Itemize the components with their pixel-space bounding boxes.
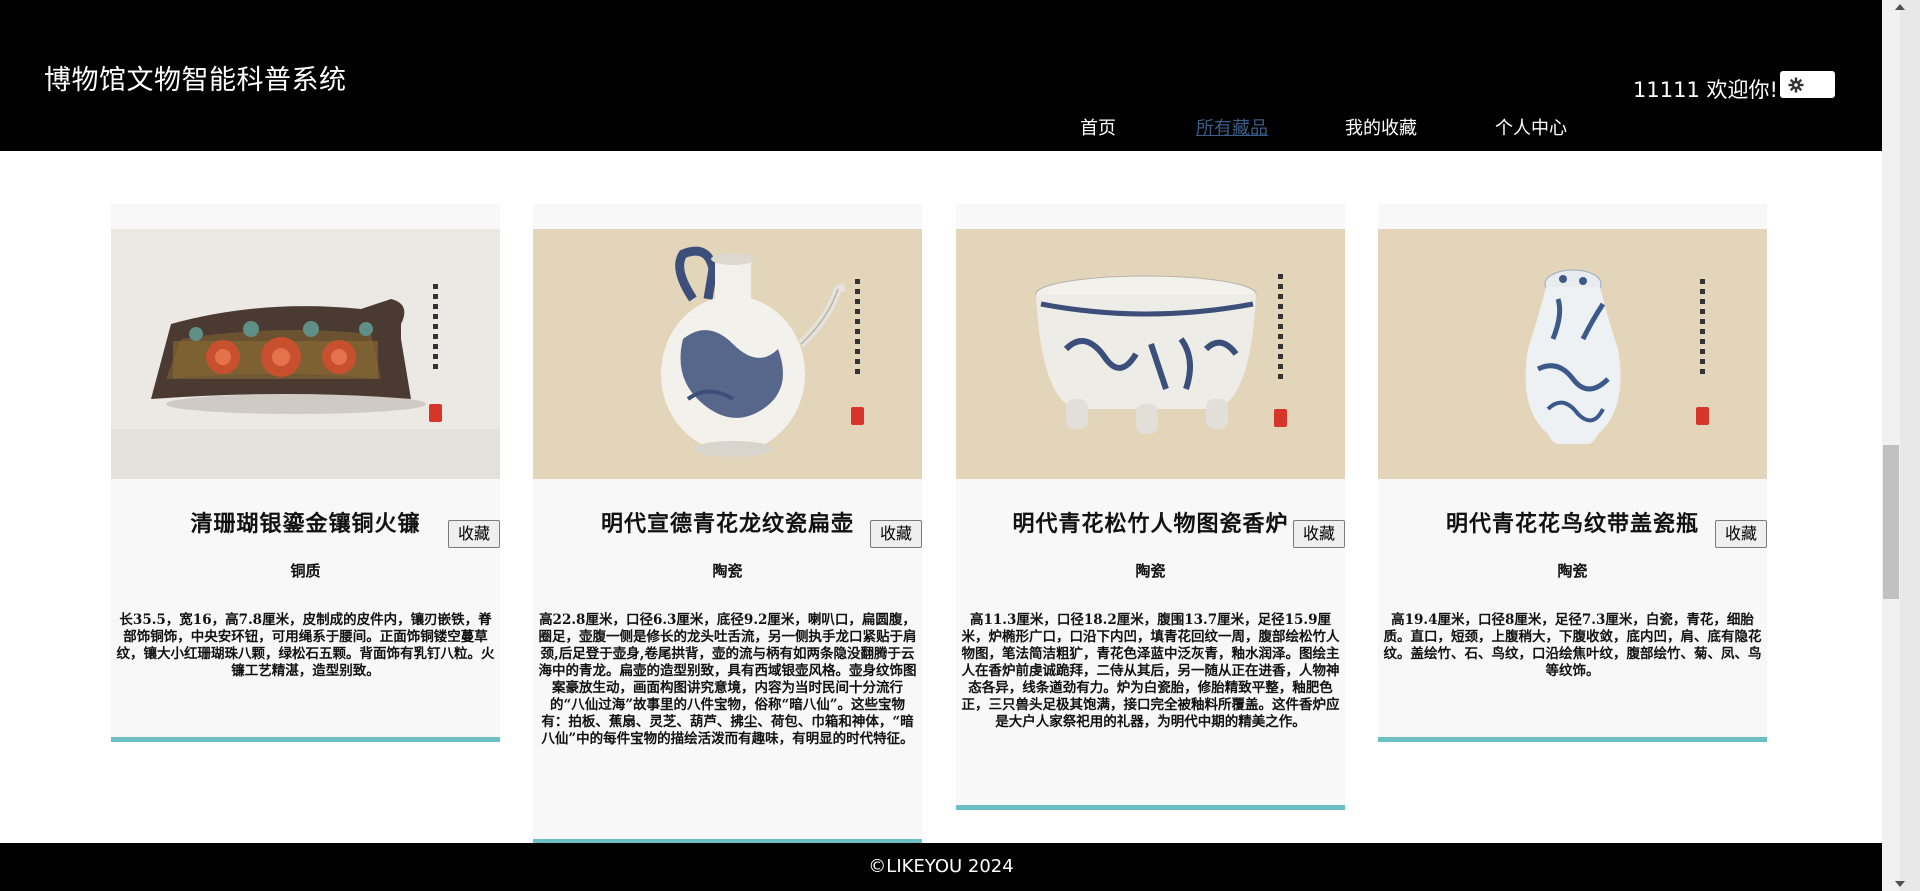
artifact-image[interactable] xyxy=(111,229,500,479)
card-category: 陶瓷 xyxy=(1135,562,1166,580)
scrollbar-track xyxy=(1900,0,1920,891)
card-title: 明代青花花鸟纹带盖瓷瓶 xyxy=(1445,511,1699,537)
card-title: 明代宣德青花龙纹瓷扁壶 xyxy=(600,511,854,537)
card-description: 高22.8厘米，口径6.3厘米，底径9.2厘米，喇叭口，扁圆腹，圈足，壶腹一侧是… xyxy=(538,612,917,747)
nav-profile[interactable]: 个人中心 xyxy=(1495,114,1567,140)
card-description: 长35.5，宽16，高7.8厘米，皮制成的皮件内，镶刃嵌铁，脊部饰铜饰，中央安环… xyxy=(116,612,495,679)
main-nav: 首页 所有藏品 我的收藏 个人中心 xyxy=(0,114,1882,140)
card-description: 高19.4厘米，口径8厘米，足径7.3厘米，白瓷，青花，细胎质。直口，短颈，上腹… xyxy=(1383,612,1762,679)
footer: ©LIKEYOU 2024 xyxy=(0,843,1882,891)
vertical-scrollbar[interactable] xyxy=(1882,0,1920,891)
collection-card: 收藏 明代宣德青花龙纹瓷扁壶 陶瓷 高22.8厘米，口径6.3厘米，底径9.2厘… xyxy=(533,204,922,844)
app-root: 博物馆文物智能科普系统 11111 欢迎你! 首页 所有藏品 我的收藏 个人中心… xyxy=(0,0,1920,891)
card-category: 铜质 xyxy=(290,562,321,580)
nav-my-favorites[interactable]: 我的收藏 xyxy=(1345,114,1417,140)
copyright-text: ©LIKEYOU 2024 xyxy=(868,856,1014,877)
card-description: 高11.3厘米，口径18.2厘米，腹围13.7厘米，足径15.9厘米，炉椭形广口… xyxy=(961,612,1340,730)
collection-card: 收藏 明代青花松竹人物图瓷香炉 陶瓷 高11.3厘米，口径18.2厘米，腹围13… xyxy=(956,204,1345,810)
gear-icon xyxy=(1788,77,1804,93)
scroll-down-arrow-icon[interactable] xyxy=(1895,881,1905,887)
settings-button[interactable] xyxy=(1780,71,1835,98)
card-title: 明代青花松竹人物图瓷香炉 xyxy=(1012,511,1289,537)
card-category: 陶瓷 xyxy=(712,562,743,580)
nav-all-collections[interactable]: 所有藏品 xyxy=(1196,114,1268,140)
collection-card: 收藏 清珊瑚银鎏金镶铜火镰 铜质 长35.5，宽16，高7.8厘米，皮制成的皮件… xyxy=(111,204,500,742)
site-title: 博物馆文物智能科普系统 xyxy=(44,65,347,96)
welcome-text: 11111 欢迎你! xyxy=(1633,78,1778,102)
card-category: 陶瓷 xyxy=(1557,562,1588,580)
card-title: 清珊瑚银鎏金镶铜火镰 xyxy=(190,511,421,537)
artifact-image[interactable] xyxy=(956,229,1345,479)
header: 博物馆文物智能科普系统 11111 欢迎你! 首页 所有藏品 我的收藏 个人中心 xyxy=(0,0,1882,151)
artifact-image[interactable] xyxy=(533,229,922,479)
scrollbar-thumb[interactable] xyxy=(1883,445,1899,599)
scroll-up-arrow-icon[interactable] xyxy=(1895,4,1905,10)
collection-card: 收藏 明代青花花鸟纹带盖瓷瓶 陶瓷 高19.4厘米，口径8厘米，足径7.3厘米，… xyxy=(1378,204,1767,742)
nav-home[interactable]: 首页 xyxy=(1080,114,1116,140)
artifact-image[interactable] xyxy=(1378,229,1767,479)
